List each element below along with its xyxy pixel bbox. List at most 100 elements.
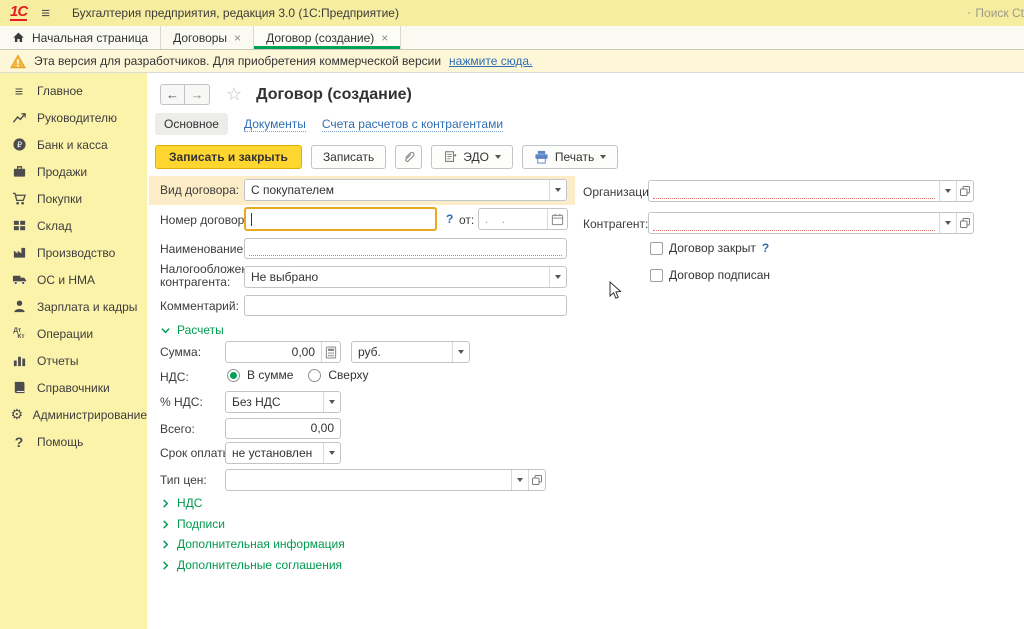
tab-dogovor-sozdanie[interactable]: Договор (создание) ×: [254, 26, 401, 49]
calculator-button[interactable]: [321, 342, 340, 362]
open-button[interactable]: [528, 470, 545, 490]
sidebar-item-operacii[interactable]: ДтКт Операции: [0, 320, 147, 347]
attach-button[interactable]: [395, 145, 422, 169]
open-button[interactable]: [956, 181, 973, 201]
nav-tab-scheta-raschetov[interactable]: Счета расчетов с контрагентами: [322, 117, 503, 132]
production-factory-icon: [10, 245, 28, 260]
warning-link[interactable]: нажмите сюда.: [449, 54, 532, 68]
close-icon[interactable]: ×: [234, 31, 241, 45]
save-and-close-button[interactable]: Записать и закрыть: [155, 145, 302, 169]
dropdown-button[interactable]: [323, 392, 340, 412]
administration-gear-icon: ⚙: [10, 406, 24, 423]
purchases-cart-icon: [10, 191, 28, 206]
edo-button[interactable]: ЭДО: [431, 145, 513, 169]
forward-button[interactable]: →: [185, 84, 210, 105]
dropdown-button[interactable]: [511, 470, 528, 490]
text-cursor: [251, 213, 252, 226]
sidebar-item-prodazhi[interactable]: Продажи: [0, 158, 147, 185]
contract-closed-help-icon[interactable]: ?: [762, 241, 769, 255]
sidebar-item-glavnoe[interactable]: ≡ Главное: [0, 77, 147, 104]
currency-select[interactable]: руб.: [351, 341, 470, 363]
chevron-down-icon: [160, 325, 171, 336]
vat-rate-label: % НДС:: [160, 395, 203, 409]
vat-label: НДС:: [160, 370, 189, 384]
price-type-combo[interactable]: [225, 469, 546, 491]
sidebar-item-administrirovanie[interactable]: ⚙ Администрирование: [0, 401, 147, 428]
price-type-label: Тип цен:: [160, 473, 207, 487]
tab-dogovory[interactable]: Договоры ×: [161, 26, 254, 49]
1c-logo: 1С: [10, 5, 27, 21]
dropdown-button[interactable]: [939, 181, 956, 201]
sidebar-item-zarplata-i-kadry[interactable]: Зарплата и кадры: [0, 293, 147, 320]
checkbox-label: Договор закрыт: [669, 241, 756, 255]
sidebar-item-bank-i-kassa[interactable]: ₽ Банк и касса: [0, 131, 147, 158]
dropdown-button[interactable]: [939, 213, 956, 233]
contract-number-input[interactable]: [244, 207, 437, 231]
amount-label: Сумма:: [160, 345, 201, 359]
printer-icon: [534, 150, 549, 164]
sales-briefcase-icon: [10, 164, 28, 179]
sidebar-item-rukovoditelyu[interactable]: Руководителю: [0, 104, 147, 131]
contract-date-input[interactable]: . .: [478, 208, 568, 230]
organization-combo[interactable]: [648, 180, 974, 202]
chevron-down-icon: [945, 221, 951, 225]
contract-signed-checkbox[interactable]: Договор подписан: [650, 268, 770, 282]
checkbox-box[interactable]: [650, 269, 663, 282]
save-button[interactable]: Записать: [311, 145, 386, 169]
chevron-right-icon: [160, 560, 171, 571]
manager-chart-icon: [10, 110, 28, 125]
chevron-down-icon: [555, 275, 561, 279]
nav-tab-osnovnoe[interactable]: Основное: [155, 113, 228, 135]
sidebar-item-sklad[interactable]: Склад: [0, 212, 147, 239]
tab-home[interactable]: Начальная страница: [0, 26, 161, 49]
page-tabbar: Начальная страница Договоры × Договор (с…: [0, 26, 1024, 50]
amount-input[interactable]: 0,00: [225, 341, 341, 363]
section-podpisi[interactable]: Подписи: [160, 517, 225, 531]
section-nds[interactable]: НДС: [160, 496, 202, 510]
nav-tab-dokumenty[interactable]: Документы: [244, 117, 306, 132]
dropdown-button[interactable]: [452, 342, 469, 362]
help-question-icon: ?: [10, 434, 28, 450]
section-dop-informaciya[interactable]: Дополнительная информация: [160, 537, 345, 551]
sidebar-item-proizvodstvo[interactable]: Производство: [0, 239, 147, 266]
chevron-down-icon: [458, 350, 464, 354]
close-icon[interactable]: ×: [381, 31, 388, 45]
counterparty-taxation-select[interactable]: Не выбрано: [244, 266, 567, 288]
total-input[interactable]: 0,00: [225, 418, 341, 439]
open-button[interactable]: [956, 213, 973, 233]
section-dop-soglasheniya[interactable]: Дополнительные соглашения: [160, 558, 342, 572]
contract-number-help-icon[interactable]: ?: [446, 212, 453, 226]
print-button[interactable]: Печать: [522, 145, 618, 169]
favorite-star-icon[interactable]: ☆: [226, 84, 242, 105]
chevron-down-icon: [945, 189, 951, 193]
dropdown-button[interactable]: [323, 443, 340, 463]
radio-sverhu[interactable]: [308, 369, 321, 382]
back-button[interactable]: ←: [160, 84, 185, 105]
name-input[interactable]: [244, 238, 567, 259]
radio-label: В сумме: [247, 368, 293, 382]
comment-label: Комментарий:: [160, 299, 239, 313]
checkbox-box[interactable]: [650, 242, 663, 255]
main-menu-button[interactable]: ≡: [41, 5, 50, 22]
contract-type-select[interactable]: С покупателем: [244, 179, 567, 201]
radio-v-summe[interactable]: [227, 369, 240, 382]
payment-term-select[interactable]: не установлен: [225, 442, 341, 464]
form-toolbar: Записать и закрыть Записать ЭДО Печать: [155, 145, 618, 169]
open-icon: [959, 185, 971, 197]
sidebar-item-spravochniki[interactable]: Справочники: [0, 374, 147, 401]
vat-rate-select[interactable]: Без НДС: [225, 391, 341, 413]
calendar-button[interactable]: [547, 209, 567, 229]
global-search[interactable]: Поиск Ct: [962, 0, 1024, 26]
sidebar-item-pokupki[interactable]: Покупки: [0, 185, 147, 212]
sidebar-item-otchety[interactable]: Отчеты: [0, 347, 147, 374]
contract-closed-checkbox[interactable]: Договор закрыт ?: [650, 241, 769, 255]
chevron-right-icon: [160, 519, 171, 530]
dropdown-button[interactable]: [549, 180, 566, 200]
dropdown-button[interactable]: [549, 267, 566, 287]
sidebar-item-pomosch[interactable]: ? Помощь: [0, 428, 147, 455]
comment-input[interactable]: [244, 295, 567, 316]
edo-icon: [443, 150, 457, 164]
section-raschety[interactable]: Расчеты: [160, 323, 224, 337]
counterparty-combo[interactable]: [648, 212, 974, 234]
sidebar-item-os-i-nma[interactable]: ОС и НМА: [0, 266, 147, 293]
